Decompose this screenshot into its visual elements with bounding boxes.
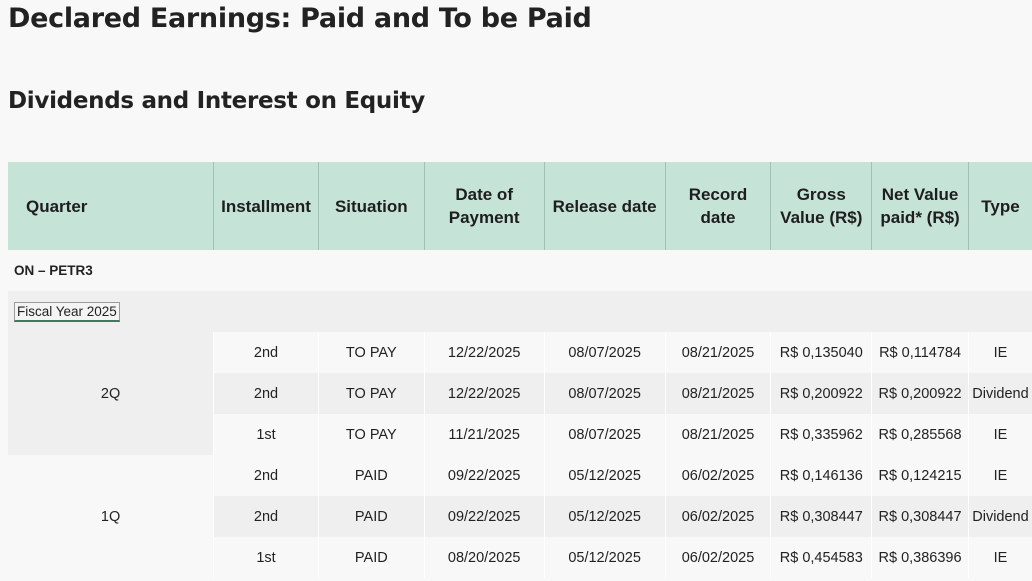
gross-value-cell: R$ 0,335962 xyxy=(770,414,872,455)
installment-cell: 2nd xyxy=(213,373,319,414)
table-row: 1Q 2nd PAID 09/22/2025 05/12/2025 06/02/2025 R… xyxy=(8,455,1032,578)
net-value-cell: R$ 0,200922 xyxy=(871,373,969,414)
table-header-row: Quarter Installment Situation Date of Pa… xyxy=(8,162,1032,250)
situation-cell: PAID xyxy=(317,455,425,496)
net-value-cell: R$ 0,285568 xyxy=(871,414,969,455)
type-cell: IE xyxy=(967,537,1032,578)
type-cell: IE xyxy=(967,455,1032,496)
quarter-cell: 2Q xyxy=(8,332,214,455)
release-date-cell: 05/12/2025 xyxy=(543,455,666,496)
net-value-cell: R$ 0,386396 xyxy=(871,537,969,578)
gross-value-cell: R$ 0,146136 xyxy=(770,455,872,496)
record-date-cell: 06/02/2025 xyxy=(664,537,771,578)
release-date-cell: 08/07/2025 xyxy=(543,373,666,414)
situation-cell: TO PAY xyxy=(317,373,425,414)
quarter-cell: 1Q xyxy=(8,455,214,578)
net-value-cell: R$ 0,124215 xyxy=(871,455,969,496)
date-of-payment-cell: 08/20/2025 xyxy=(423,537,545,578)
record-date-cell: 06/02/2025 xyxy=(664,496,771,537)
gross-value-cell: R$ 0,200922 xyxy=(770,373,872,414)
net-value-cell: R$ 0,308447 xyxy=(871,496,969,537)
share-class-row: ON – PETR3 xyxy=(8,250,1032,291)
type-cell: IE xyxy=(967,414,1032,455)
date-of-payment-cell: 12/22/2025 xyxy=(423,332,545,373)
gross-value-cell: R$ 0,454583 xyxy=(770,537,872,578)
date-of-payment-cell: 09/22/2025 xyxy=(423,455,545,496)
net-value-cell: R$ 0,114784 xyxy=(871,332,969,373)
installment-cell: 2nd xyxy=(213,455,319,496)
header-net-value: Net Value paid* (R$) xyxy=(871,162,969,250)
situation-cell: TO PAY xyxy=(317,414,425,455)
type-cell: Dividend xyxy=(967,496,1032,537)
installment-cell: 1st xyxy=(213,414,319,455)
type-cell: IE xyxy=(967,332,1032,373)
record-date-cell: 06/02/2025 xyxy=(664,455,771,496)
header-gross-value: Gross Value (R$) xyxy=(770,162,872,250)
header-installment: Installment xyxy=(213,162,319,250)
fiscal-year-row: Fiscal Year 2025 xyxy=(8,291,1032,332)
section-title: Dividends and Interest on Equity xyxy=(8,88,425,114)
release-date-cell: 08/07/2025 xyxy=(543,414,666,455)
earnings-table: Quarter Installment Situation Date of Pa… xyxy=(8,162,1032,578)
situation-cell: PAID xyxy=(317,537,425,578)
header-situation: Situation xyxy=(317,162,425,250)
situation-cell: TO PAY xyxy=(317,332,425,373)
header-date-of-payment: Date of Payment xyxy=(423,162,545,250)
type-cell: Dividend xyxy=(967,373,1032,414)
record-date-cell: 08/21/2025 xyxy=(664,414,771,455)
header-record-date: Record date xyxy=(664,162,771,250)
gross-value-cell: R$ 0,308447 xyxy=(770,496,872,537)
installment-cell: 1st xyxy=(213,537,319,578)
date-of-payment-cell: 12/22/2025 xyxy=(423,373,545,414)
header-quarter: Quarter xyxy=(8,162,214,250)
date-of-payment-cell: 11/21/2025 xyxy=(423,414,545,455)
situation-cell: PAID xyxy=(317,496,425,537)
share-class-label: ON – PETR3 xyxy=(8,250,1032,291)
date-of-payment-cell: 09/22/2025 xyxy=(423,496,545,537)
page-title: Declared Earnings: Paid and To be Paid xyxy=(8,3,592,34)
release-date-cell: 08/07/2025 xyxy=(543,332,666,373)
record-date-cell: 08/21/2025 xyxy=(664,373,771,414)
installment-cell: 2nd xyxy=(213,332,319,373)
header-release-date: Release date xyxy=(543,162,666,250)
release-date-cell: 05/12/2025 xyxy=(543,496,666,537)
fiscal-year-toggle[interactable]: Fiscal Year 2025 xyxy=(14,301,120,322)
header-type: Type xyxy=(967,162,1032,250)
installment-cell: 2nd xyxy=(213,496,319,537)
gross-value-cell: R$ 0,135040 xyxy=(770,332,872,373)
record-date-cell: 08/21/2025 xyxy=(664,332,771,373)
table-row: 2Q 2nd TO PAY 12/22/2025 08/07/2025 08/21/202… xyxy=(8,332,1032,455)
release-date-cell: 05/12/2025 xyxy=(543,537,666,578)
